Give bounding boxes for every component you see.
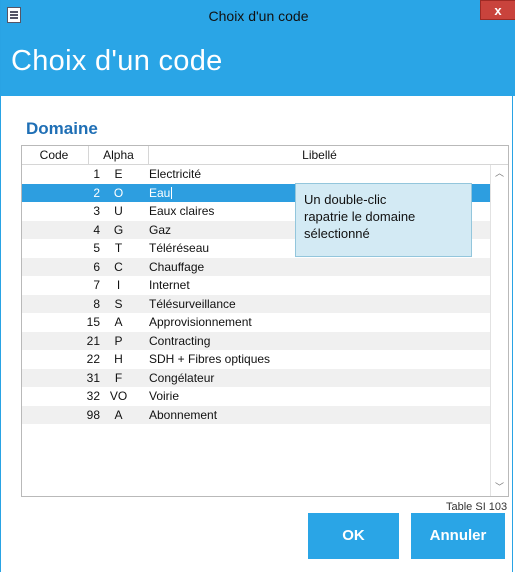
title-bar[interactable]: Choix d'un code x	[1, 0, 515, 32]
table-row[interactable]: 98 A Abonnement	[22, 405, 490, 424]
cell-alpha: E	[114, 167, 123, 181]
table-row[interactable]: 22 H SDH + Fibres optiques	[22, 350, 490, 369]
cell-alpha: S	[114, 296, 123, 311]
cell-alpha: U	[114, 204, 123, 218]
cell-alpha: A	[114, 407, 123, 422]
cell-alpha: VO	[109, 389, 128, 403]
cell-alpha: F	[114, 370, 123, 385]
column-header-code[interactable]: Code	[22, 148, 86, 162]
cancel-button[interactable]: Annuler	[411, 513, 505, 559]
cell-alpha: T	[114, 241, 123, 255]
table-row[interactable]: 1 E Electricité	[22, 165, 490, 184]
table-row[interactable]: 31 F Congélateur	[22, 368, 490, 387]
cell-libelle: Gaz	[149, 222, 172, 237]
cell-libelle: Contracting	[149, 333, 211, 348]
table-row[interactable]: 6 C Chauffage	[22, 257, 490, 276]
cell-alpha: O	[113, 185, 124, 200]
table-row[interactable]: 21 P Contracting	[22, 331, 490, 350]
cell-alpha: I	[116, 278, 121, 292]
table-row[interactable]: 8 S Télésurveillance	[22, 294, 490, 313]
header-band: Choix d'un code	[1, 32, 515, 96]
table-row[interactable]: 7 I Internet	[22, 276, 490, 295]
tooltip-line: sélectionné	[304, 226, 370, 241]
column-header-alpha[interactable]: Alpha	[89, 148, 148, 162]
dialog-window: Choix d'un code x Choix d'un code Domain…	[0, 0, 515, 572]
cell-libelle: Téléréseau	[149, 241, 210, 255]
cell-alpha: P	[114, 333, 123, 348]
cell-alpha: G	[113, 222, 124, 237]
cell-libelle: Voirie	[149, 389, 180, 403]
close-button[interactable]: x	[480, 0, 515, 20]
cell-libelle: Eaux claires	[149, 204, 215, 218]
cell-alpha: A	[114, 315, 123, 329]
cell-libelle: Chauffage	[149, 259, 205, 274]
cell-libelle: Electricité	[149, 167, 202, 181]
page-title: Choix d'un code	[11, 45, 223, 77]
cell-libelle: Eau	[149, 185, 173, 200]
vertical-scrollbar[interactable]: ︿ ﹀	[490, 165, 508, 496]
section-title: Domaine	[26, 119, 98, 138]
cell-libelle: Congélateur	[149, 370, 215, 385]
window-title: Choix d'un code	[208, 8, 309, 24]
cell-libelle: Télésurveillance	[149, 296, 236, 311]
cell-libelle: Internet	[149, 278, 190, 292]
column-header-libelle[interactable]: Libellé	[149, 148, 490, 162]
text-caret	[171, 186, 173, 199]
cell-libelle: Abonnement	[149, 407, 218, 422]
cell-libelle: SDH + Fibres optiques	[149, 352, 271, 366]
tooltip: Un double-clic rapatrie le domaine sélec…	[295, 183, 472, 257]
chevron-down-icon[interactable]: ﹀	[491, 479, 508, 496]
table-row[interactable]: 15 A Approvisionnement	[22, 313, 490, 332]
ok-button[interactable]: OK	[308, 513, 399, 559]
cell-alpha: H	[114, 352, 123, 366]
table-row[interactable]: 32 VO Voirie	[22, 387, 490, 406]
table-header: Code Alpha Libellé	[22, 146, 508, 165]
tooltip-line: Un double-clic	[304, 192, 387, 207]
cell-alpha: C	[114, 259, 123, 274]
tooltip-line: rapatrie le domaine	[304, 209, 416, 224]
chevron-up-icon[interactable]: ︿	[491, 165, 508, 182]
cell-libelle: Approvisionnement	[149, 315, 252, 329]
table-reference: Table SI 103	[446, 501, 508, 513]
